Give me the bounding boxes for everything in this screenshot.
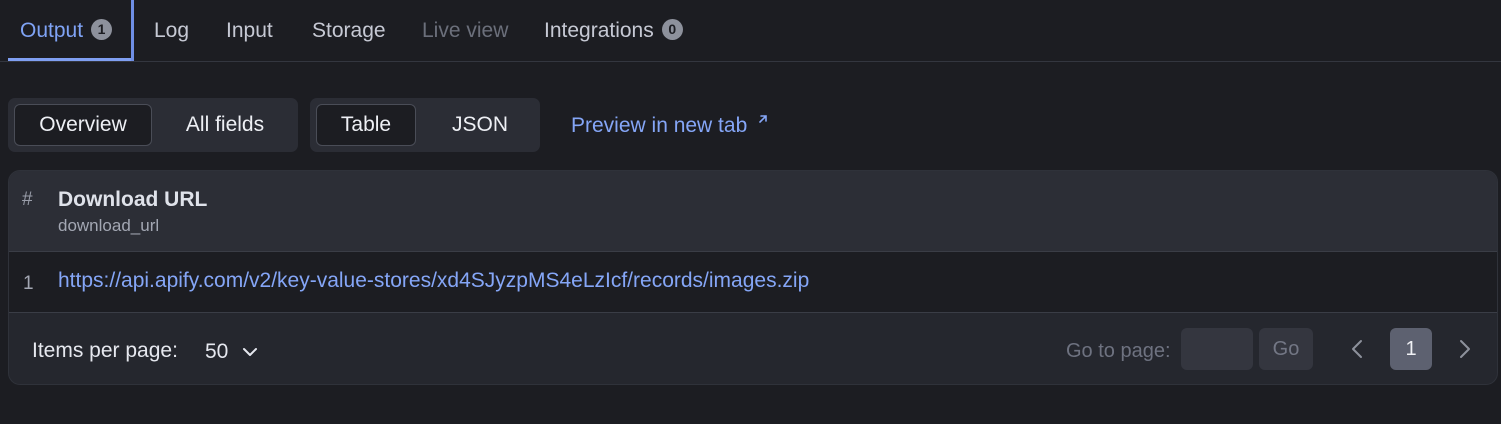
go-button[interactable]: Go — [1259, 328, 1313, 370]
tab-storage-label: Storage — [312, 19, 386, 42]
items-per-page-label: Items per page: — [32, 339, 178, 362]
overview-toggle-button[interactable]: Overview — [14, 104, 152, 146]
tab-log[interactable]: Log — [154, 0, 189, 62]
output-count-badge: 1 — [91, 18, 113, 40]
tab-output-label: Output — [20, 19, 84, 42]
previous-page-button[interactable] — [1344, 336, 1370, 362]
items-per-page-value: 50 — [205, 340, 229, 363]
integrations-count-badge: 0 — [661, 18, 683, 40]
current-page-button[interactable]: 1 — [1390, 328, 1432, 370]
row-number-header: # — [22, 189, 33, 210]
download-url-link[interactable]: https://api.apify.com/v2/key-value-store… — [58, 269, 809, 293]
tab-input[interactable]: Input — [226, 0, 273, 62]
chevron-down-icon — [243, 348, 258, 356]
tab-live-view: Live view — [422, 0, 508, 62]
tab-storage[interactable]: Storage — [312, 0, 386, 62]
active-tab-indicator — [8, 58, 131, 61]
all-fields-toggle-button[interactable]: All fields — [158, 104, 292, 146]
tab-log-label: Log — [154, 19, 190, 42]
go-to-page-label: Go to page: — [1066, 340, 1171, 362]
preview-link-label: Preview in new tab — [571, 114, 748, 137]
download-url-column-key: download_url — [58, 216, 160, 235]
table-header: # Download URL download_url — [9, 171, 1497, 252]
view-toggle-group: Overview All fields — [8, 98, 298, 152]
preview-in-new-tab-link[interactable]: Preview in new tab — [571, 111, 771, 141]
next-page-button[interactable] — [1452, 336, 1478, 362]
json-toggle-button[interactable]: JSON — [424, 104, 536, 146]
chevron-right-icon — [1460, 340, 1470, 358]
external-link-icon — [759, 115, 768, 123]
tab-input-label: Input — [226, 19, 273, 42]
row-number: 1 — [23, 273, 34, 294]
tab-integrations-label: Integrations — [544, 19, 654, 42]
tab-live-view-label: Live view — [422, 19, 509, 42]
items-per-page-select[interactable]: 50 — [205, 331, 275, 373]
table-toggle-button[interactable]: Table — [316, 104, 416, 146]
download-url-column-title: Download URL — [58, 188, 208, 211]
chevron-left-icon — [1352, 340, 1362, 358]
go-to-page-input[interactable] — [1181, 328, 1253, 370]
tab-output[interactable]: Output 1 — [20, 0, 113, 62]
format-toggle-group: Table JSON — [310, 98, 540, 152]
dataset-table-card: # Download URL download_url 1 https://ap… — [8, 170, 1498, 385]
tab-bar: Output 1 Log Input Storage Live view Int… — [0, 0, 1501, 62]
table-row: 1 https://api.apify.com/v2/key-value-sto… — [9, 252, 1497, 313]
tab-focus-marker — [131, 0, 134, 61]
tab-integrations[interactable]: Integrations 0 — [544, 0, 683, 62]
